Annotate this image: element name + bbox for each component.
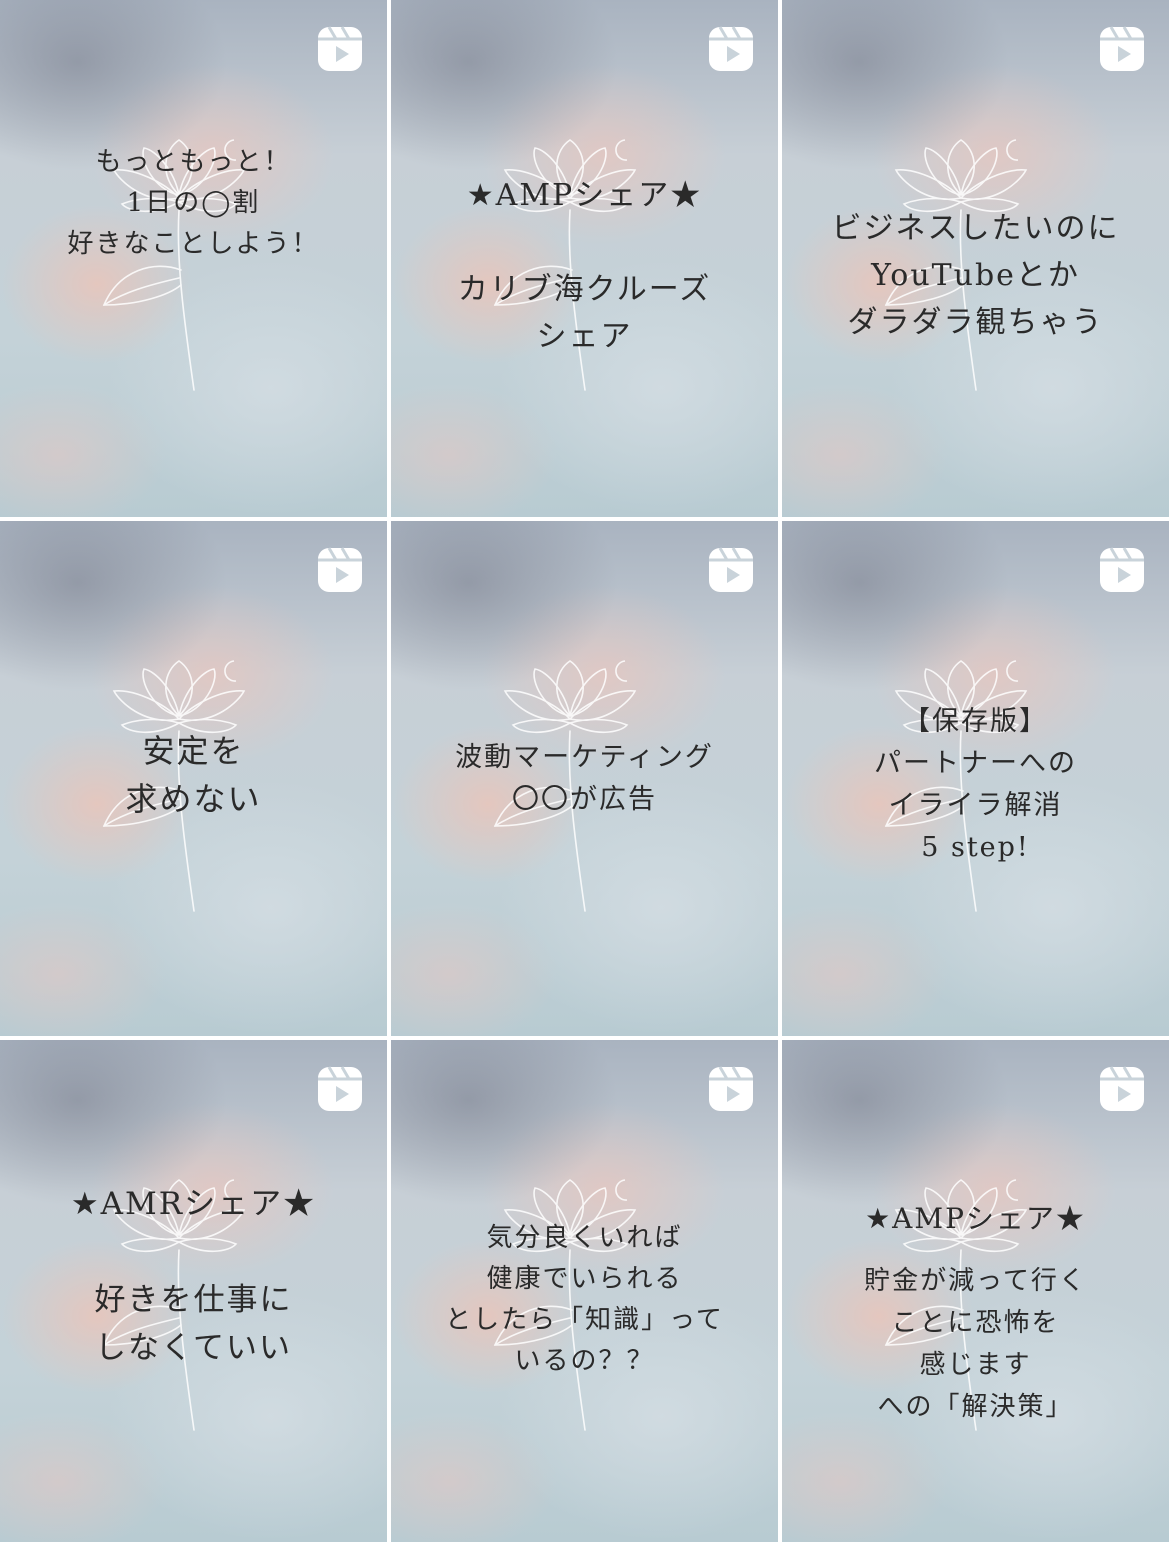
reels-icon (1100, 1066, 1144, 1111)
reels-icon (1100, 547, 1144, 592)
reel-caption: ★AMRシェア★ 好きを仕事に しなくていい (70, 1186, 317, 1366)
reel-caption: 気分良くいれば 健康でいられる としたら「知識」って いるの？？ (445, 1223, 724, 1376)
reel-caption: ビジネスしたいのに YouTubeとか ダラダラ観ちゃう (831, 211, 1120, 340)
reels-icon (318, 26, 362, 71)
reel-tile[interactable]: もっともっと！ 1日の◯割 好きなことしよう！ (0, 0, 387, 517)
reel-caption: もっともっと！ 1日の◯割 好きなことしよう！ (67, 147, 320, 259)
reel-tile[interactable]: 気分良くいれば 健康でいられる としたら「知識」って いるの？？ (391, 1040, 778, 1542)
reel-tile[interactable]: 安定を 求めない (0, 521, 387, 1036)
reels-icon (318, 1066, 362, 1111)
reel-caption: ★AMPシェア★ カリブ海クルーズ シェア (457, 178, 712, 354)
reel-caption: 【保存版】 パートナーへの イライラ解消 5 step! (874, 706, 1077, 863)
reels-icon (1100, 26, 1144, 71)
reel-tile[interactable]: ★AMPシェア★ 貯金が減って行く ことに恐怖を 感じます への「解決策」 (782, 1040, 1169, 1542)
reels-grid: もっともっと！ 1日の◯割 好きなことしよう！ ★AMPシェア★ カリブ海クルーズ シェ… (0, 0, 1169, 1542)
reel-caption: 安定を 求めない (125, 732, 262, 818)
reel-tile[interactable]: ★AMRシェア★ 好きを仕事に しなくていい (0, 1040, 387, 1542)
reel-tile[interactable]: ビジネスしたいのに YouTubeとか ダラダラ観ちゃう (782, 0, 1169, 517)
reel-caption: ★AMPシェア★ 貯金が減って行く ことに恐怖を 感じます への「解決策」 (864, 1202, 1087, 1422)
reels-icon (709, 547, 753, 592)
reels-icon (318, 547, 362, 592)
reels-icon (709, 1066, 753, 1111)
reel-caption: 波動マーケティング 〇〇が広告 (455, 742, 714, 815)
reel-tile[interactable]: ★AMPシェア★ カリブ海クルーズ シェア (391, 0, 778, 517)
reels-icon (709, 26, 753, 71)
reel-tile[interactable]: 【保存版】 パートナーへの イライラ解消 5 step! (782, 521, 1169, 1036)
reel-tile[interactable]: 波動マーケティング 〇〇が広告 (391, 521, 778, 1036)
